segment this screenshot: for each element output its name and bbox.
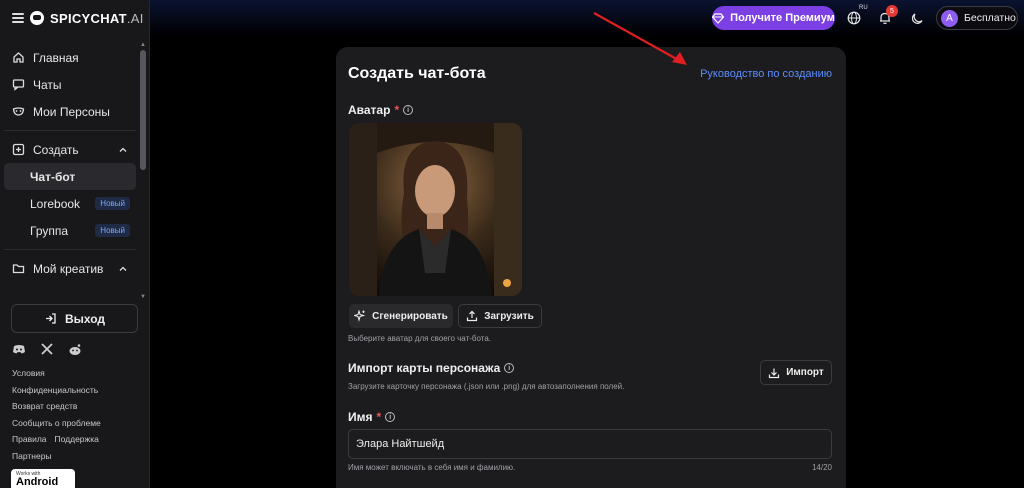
sidebar-nav: Главная Чаты Мои Персоны Создать Чат-бот… [4, 44, 136, 282]
upload-icon [467, 310, 478, 322]
sidebar-item-label: Lorebook [30, 196, 81, 211]
plus-square-icon [12, 143, 25, 156]
scrollbar-thumb[interactable] [140, 50, 146, 170]
import-hint: Загрузите карточку персонажа (.json или … [348, 382, 625, 391]
import-label-text: Импорт карты персонажа [348, 361, 501, 375]
sidebar-group-label: Создать [33, 142, 79, 157]
name-input-value: Элара Найтшейд [356, 438, 445, 450]
logo-icon [30, 11, 44, 25]
logout-icon [45, 313, 56, 324]
download-icon [769, 368, 780, 378]
logout-button[interactable]: Выход [11, 304, 138, 333]
mask-icon [12, 105, 25, 118]
avatar-label-text: Аватар [348, 103, 391, 117]
x-icon[interactable] [40, 342, 54, 356]
import-button[interactable]: Импорт [760, 360, 832, 385]
required-mark: * [376, 410, 382, 424]
menu-icon[interactable] [12, 13, 24, 23]
chevron-up-icon [119, 147, 127, 152]
info-icon[interactable]: i [504, 363, 515, 373]
sidebar-group-create[interactable]: Создать [4, 136, 136, 163]
info-icon[interactable]: i [385, 412, 396, 422]
sidebar-item-home[interactable]: Главная [4, 44, 136, 71]
discord-icon[interactable] [12, 342, 26, 356]
home-icon [12, 51, 25, 64]
language-tag: RU [859, 5, 868, 11]
android-badge[interactable]: Works with Android [11, 469, 75, 488]
generate-label: Сгенерировать [372, 310, 448, 322]
support-link[interactable]: Поддержка [55, 431, 99, 448]
info-icon[interactable]: i [403, 105, 414, 115]
sidebar-item-group[interactable]: Группа Новый [4, 217, 136, 244]
name-char-counter: 14/20 [811, 463, 832, 472]
sidebar-scrollbar[interactable]: ▲ ▼ [140, 42, 146, 300]
rules-link[interactable]: Правила [12, 431, 47, 448]
generate-button[interactable]: Сгенерировать [349, 304, 453, 328]
sidebar: SPICYCHAT.AI Главная Чаты Мои Персоны Со… [0, 0, 150, 488]
chevron-up-icon [119, 266, 127, 271]
sidebar-item-label: Чат-бот [30, 169, 76, 184]
partners-link[interactable]: Партнеры [12, 448, 142, 465]
create-chatbot-card: Создать чат-бота Руководство по созданию… [336, 47, 846, 488]
required-mark: * [394, 103, 400, 117]
avatar: A [941, 9, 958, 27]
scroll-down-icon[interactable]: ▼ [140, 294, 146, 300]
terms-link[interactable]: Условия [12, 365, 142, 382]
avatar-image[interactable] [349, 123, 522, 296]
name-label-text: Имя [348, 410, 373, 424]
upload-button[interactable]: Загрузить [458, 304, 542, 328]
sidebar-item-chatbot[interactable]: Чат-бот [4, 163, 136, 190]
new-badge: Новый [95, 224, 130, 237]
avatar-hint: Выберите аватар для своего чат-бота. [348, 334, 492, 343]
footer-links: Условия Конфиденциальность Возврат средс… [12, 365, 142, 464]
sidebar-item-chats[interactable]: Чаты [4, 71, 136, 98]
account-button[interactable]: A Бесплатно [936, 6, 1018, 30]
name-field-label: Имя * i [348, 410, 396, 424]
sidebar-item-label: Чаты [33, 77, 62, 92]
sidebar-group-label: Мой креатив [33, 261, 104, 276]
divider [4, 249, 136, 250]
sidebar-item-lorebook[interactable]: Lorebook Новый [4, 190, 136, 217]
upload-label: Загрузить [484, 310, 534, 322]
sidebar-item-personas[interactable]: Мои Персоны [4, 98, 136, 125]
sidebar-group-creative[interactable]: Мой креатив [4, 255, 136, 282]
report-link[interactable]: Сообщить о проблеме [12, 415, 142, 432]
premium-button[interactable]: Получите Премиум [712, 6, 835, 30]
avatar-field-label: Аватар * i [348, 103, 414, 117]
notification-badge: 5 [886, 5, 898, 17]
privacy-link[interactable]: Конфиденциальность [12, 382, 142, 399]
sidebar-item-label: Главная [33, 50, 79, 65]
divider [4, 130, 136, 131]
moon-icon[interactable] [909, 10, 925, 26]
refund-link[interactable]: Возврат средств [12, 398, 142, 415]
sidebar-item-label: Группа [30, 223, 69, 238]
new-badge: Новый [95, 197, 130, 210]
sparkle-icon [354, 310, 366, 322]
sidebar-item-label: Мои Персоны [33, 104, 110, 119]
avatar-portrait [349, 123, 522, 296]
name-hint: Имя может включать в себя имя и фамилию. [348, 463, 516, 472]
folder-icon [12, 262, 25, 275]
annotation-arrow-icon [593, 12, 687, 65]
import-button-label: Импорт [786, 367, 824, 378]
globe-icon[interactable] [846, 10, 862, 26]
guide-link[interactable]: Руководство по созданию [700, 68, 832, 80]
logout-label: Выход [64, 311, 106, 326]
page-title: Создать чат-бота [348, 65, 486, 82]
logo-text[interactable]: SPICYCHAT.AI [50, 11, 144, 26]
reddit-icon[interactable] [68, 342, 82, 356]
scroll-up-icon[interactable]: ▲ [140, 42, 146, 48]
android-badge-label: Android [16, 476, 59, 488]
premium-label: Получите Премиум [730, 12, 835, 24]
chat-icon [12, 78, 25, 91]
social-links [12, 342, 82, 356]
plan-label: Бесплатно [964, 12, 1016, 24]
diamond-icon [712, 12, 725, 24]
brand: SPICYCHAT.AI [12, 8, 144, 28]
name-input[interactable]: Элара Найтшейд [348, 429, 832, 459]
import-field-label: Импорт карты персонажа i [348, 361, 515, 375]
